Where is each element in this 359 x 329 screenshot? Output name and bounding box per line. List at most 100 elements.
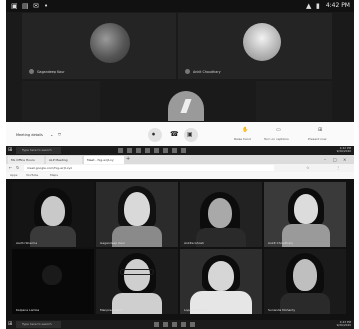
taskbar-date: 9/26/2020	[336, 149, 351, 154]
participant-name: Kalpana Lamba	[16, 308, 40, 312]
glasses-icon	[120, 269, 154, 275]
store-icon[interactable]	[145, 148, 150, 153]
participant-name: Ankit Choudhary	[193, 70, 221, 74]
signal-icon: ▲	[306, 2, 312, 10]
end-call-icon: ☎	[170, 130, 179, 138]
participant-tile[interactable]: Sunanda Mohanty	[264, 249, 346, 314]
participant-tile[interactable]: Ankit Choudhary	[264, 182, 346, 247]
participant-tile[interactable]	[256, 81, 332, 121]
end-call-button[interactable]: ☎	[168, 130, 180, 140]
bookmark-apps[interactable]: Apps	[10, 173, 17, 178]
close-icon[interactable]: ×	[343, 157, 346, 162]
meeting-details-button[interactable]: Meeting details	[16, 133, 43, 137]
participant-tile[interactable]	[22, 81, 100, 121]
chevron-down-icon[interactable]: ⌄	[50, 132, 53, 137]
participant-name: Ankita Ghosh	[184, 241, 205, 245]
address-bar: ← ↻ meet.google.com/fxg-wrjt-xyz ☆ ⋮	[6, 164, 354, 172]
bookmark-maps[interactable]: Maps	[50, 173, 58, 178]
app-icon[interactable]	[181, 148, 186, 153]
edge-icon[interactable]	[127, 148, 132, 153]
participant-name: Lopamudra Das	[184, 308, 208, 312]
participant-tile[interactable]: Ankit Choudhary	[178, 13, 332, 79]
folder-icon[interactable]	[136, 148, 141, 153]
participant-video	[124, 259, 150, 291]
mail-icon[interactable]	[154, 148, 159, 153]
participant-video	[294, 194, 318, 224]
minimize-icon[interactable]: –	[324, 157, 326, 162]
composite-screenshot: ▣ ▤ ✉ • ▲ ▮ 4:42 PM Gagandeep Kaur Ankit…	[0, 0, 359, 329]
task-view-icon[interactable]	[118, 148, 123, 153]
raise-hand-icon[interactable]: ✋	[242, 127, 248, 133]
captions-label[interactable]: Turn on captions	[264, 137, 289, 141]
task-view-icon[interactable]	[154, 322, 159, 327]
windows-taskbar: ⊞ Type here to search 4:42 PM 9/26/2020	[6, 146, 354, 155]
present-icon[interactable]: ⊞	[318, 127, 322, 133]
participant-tile[interactable]: Gagandeep Kaur	[22, 13, 176, 79]
participant-tile[interactable]: Ankita Ghosh	[180, 182, 262, 247]
maximize-icon[interactable]: □	[333, 157, 337, 162]
mobile-meet-screen: ▣ ▤ ✉ • ▲ ▮ 4:42 PM Gagandeep Kaur Ankit…	[6, 0, 354, 150]
refresh-icon[interactable]: ↻	[16, 165, 19, 171]
shield-icon: ⛉	[58, 132, 61, 137]
raise-hand-label[interactable]: Raise hand	[234, 137, 251, 141]
participant-name: Manpreet Kaur	[100, 308, 123, 312]
participant-name: Gagandeep Kaur	[100, 241, 126, 245]
windows-start-icon[interactable]: ⊞	[8, 321, 12, 328]
camera-button[interactable]: ▣	[184, 128, 198, 142]
mic-off-icon: ⏺	[152, 131, 156, 138]
back-icon[interactable]: ←	[9, 165, 12, 171]
chrome-icon[interactable]	[181, 322, 186, 327]
browser-tab[interactable]: ML Office Hours	[8, 156, 44, 164]
mic-off-button[interactable]: ⏺	[148, 128, 162, 142]
camera-icon: ▣	[187, 131, 193, 138]
participant-tile[interactable]: Gagandeep Kaur	[96, 182, 178, 247]
taskbar-date: 9/26/2020	[336, 323, 351, 328]
avatar-photo-icon	[243, 23, 281, 61]
participant-name: Aadhi Sharma	[16, 241, 38, 245]
avatar	[29, 69, 34, 74]
participant-tile[interactable]: Aadhi Sharma	[12, 182, 94, 247]
bookmark-youtube[interactable]: YouTube	[26, 173, 38, 178]
self-view	[168, 91, 204, 121]
participant-video	[124, 192, 150, 226]
bookmarks-bar: Apps YouTube Maps	[6, 172, 354, 179]
taskbar-clock[interactable]: 4:42 PM 9/26/2020	[336, 146, 351, 154]
avatar-photo-icon	[90, 23, 130, 63]
edge-icon[interactable]	[163, 322, 168, 327]
url-input[interactable]: meet.google.com/fxg-wrjt-xyz	[24, 165, 274, 171]
participant-tile[interactable]: Kalpana Lamba	[12, 249, 94, 314]
folder-icon[interactable]	[172, 322, 177, 327]
browser-tab-active[interactable]: Meet - fxg-wrjt-xy	[84, 156, 124, 164]
star-icon[interactable]: ☆	[306, 165, 310, 171]
participant-grid: Aadhi Sharma Gagandeep Kaur Ankita Ghosh…	[12, 182, 348, 315]
participant-video	[41, 196, 65, 226]
participant-video	[293, 259, 317, 291]
tab-bar: ML Office Hours ALP Meeting Meet - fxg-w…	[6, 155, 354, 164]
participant-video	[208, 198, 232, 228]
chrome-icon[interactable]	[163, 148, 168, 153]
word-icon[interactable]	[172, 148, 177, 153]
status-time: 4:42 PM	[325, 2, 350, 9]
participant-tile[interactable]: Lopamudra Das	[180, 249, 262, 314]
taskbar-clock[interactable]: 4:43 PM 9/26/2020	[336, 320, 351, 328]
avatar	[185, 69, 190, 74]
message-icon: ✉	[33, 2, 39, 10]
menu-icon[interactable]: ⋮	[336, 165, 340, 171]
windows-start-icon[interactable]: ⊞	[8, 147, 12, 154]
image-icon: ▤	[22, 2, 29, 10]
participant-tile[interactable]: Manpreet Kaur	[96, 249, 178, 314]
self-view-figure	[180, 99, 192, 113]
browser-tab[interactable]: ALP Meeting	[46, 156, 82, 164]
taskbar-search-input[interactable]: Type here to search	[16, 321, 61, 328]
notification-icon: ▣	[11, 2, 18, 10]
status-bar: ▣ ▤ ✉ • ▲ ▮ 4:42 PM	[6, 0, 354, 12]
taskbar-search-input[interactable]: Type here to search	[16, 147, 61, 154]
new-tab-icon[interactable]: +	[126, 156, 130, 163]
windows-taskbar: ⊞ Type here to search 4:43 PM 9/26/2020	[6, 320, 354, 329]
app-icon[interactable]	[190, 322, 195, 327]
participant-name: Gagandeep Kaur	[37, 70, 65, 74]
browser-window: ML Office Hours ALP Meeting Meet - fxg-w…	[6, 155, 354, 329]
captions-icon[interactable]: ▭	[276, 127, 281, 133]
participant-name: Ankit Choudhary	[268, 241, 294, 245]
present-label[interactable]: Present now	[308, 137, 326, 141]
